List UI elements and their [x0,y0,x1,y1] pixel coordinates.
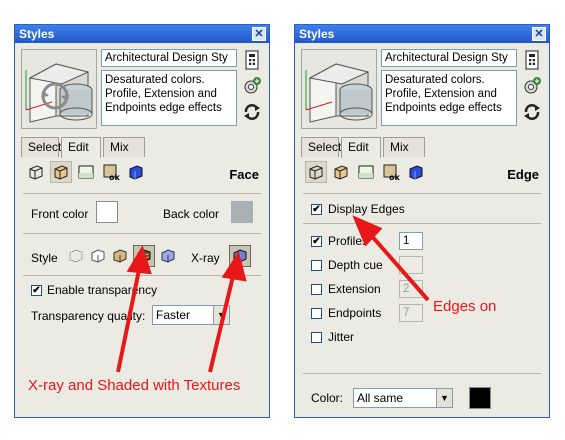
xray-toggle-icon[interactable] [229,245,251,267]
style-tabs: Select Edit Mix [21,137,265,158]
background-settings-icon[interactable] [75,161,97,183]
profiles-width-input[interactable]: 1 [399,232,423,250]
style-name-input[interactable]: Architectural Design Sty [381,49,517,67]
background-settings-icon[interactable] [355,161,377,183]
annotation-xray-shaded: X-ray and Shaded with Textures [28,377,241,394]
edge-settings-icon[interactable] [305,161,327,183]
style-label: Style [31,251,58,265]
jitter-checkbox[interactable] [311,332,322,343]
shaded-with-textures-style-icon[interactable] [133,245,155,267]
divider [303,223,541,224]
styles-panel-edge: Styles ✕ Architectural Design Sty Desatu… [294,24,550,418]
endpoints-label: Endpoints [328,306,382,320]
styles-panel-face: Styles ✕ Architectural Design Sty Desatu… [14,24,270,418]
chevron-down-icon[interactable]: ▼ [213,306,229,324]
extension-length-input[interactable]: 2 [399,280,423,298]
extension-label: Extension [328,282,381,296]
back-color-swatch[interactable] [231,201,253,223]
style-description-input[interactable]: Desaturated colors. Profile, Extension a… [381,70,517,126]
depth-cue-label: Depth cue [328,258,383,272]
annotation-edges-on: Edges on [433,298,497,315]
hidden-line-style-icon[interactable] [89,247,107,265]
style-actions [521,49,545,127]
edge-color-swatch[interactable] [469,387,491,409]
edge-settings-icon[interactable] [25,161,47,183]
tab-edit[interactable]: Edit [341,137,381,158]
front-color-swatch[interactable] [96,201,118,223]
settings-icon-row: ok [25,161,147,185]
settings-mode-label: Edge [507,167,539,182]
depth-cue-checkbox[interactable] [311,260,322,271]
edge-color-select[interactable]: All same ▼ [353,388,453,408]
divider [23,275,261,276]
update-style-icon[interactable] [521,75,543,97]
style-thumbnail [301,49,377,129]
panel-titlebar: Styles ✕ [295,25,549,43]
tab-mix[interactable]: Mix [383,137,425,157]
close-icon[interactable]: ✕ [252,27,266,41]
style-header: Architectural Design Sty Desaturated col… [15,43,269,135]
shaded-style-icon[interactable] [111,247,129,265]
update-style-icon[interactable] [241,75,263,97]
settings-icon-row: ok [305,161,427,185]
modeling-settings-icon[interactable] [405,161,427,183]
enable-transparency-label: Enable transparency [47,283,158,297]
settings-mode-label: Face [229,167,259,182]
watermark-settings-icon[interactable]: ok [380,161,402,183]
face-settings-icon[interactable] [330,161,352,183]
profiles-label: Profiles [328,234,369,248]
xray-label: X-ray [191,251,220,265]
svg-text:ok: ok [389,173,400,181]
front-color-label: Front color [31,207,89,221]
divider [23,193,261,194]
tab-edit[interactable]: Edit [61,137,101,158]
close-icon[interactable]: ✕ [532,27,546,41]
edge-color-value: All same [357,391,404,405]
enable-transparency-checkbox[interactable]: ✔ [31,285,42,296]
style-description-input[interactable]: Desaturated colors. Profile, Extension a… [101,70,237,126]
depth-cue-input[interactable] [399,256,423,274]
panel-title: Styles [19,27,55,41]
transparency-quality-select[interactable]: Faster ▼ [152,305,230,325]
divider [303,193,541,194]
tab-select[interactable]: Select [301,137,341,157]
display-edges-checkbox[interactable]: ✔ [311,204,322,215]
panel-titlebar: Styles ✕ [15,25,269,43]
create-style-icon[interactable] [241,49,263,71]
panel-title: Styles [299,27,335,41]
endpoints-length-input[interactable]: 7 [399,304,423,322]
transparency-quality-value: Faster [156,308,191,322]
watermark-settings-icon[interactable]: ok [100,161,122,183]
divider [23,233,261,234]
face-settings-icon[interactable] [50,161,72,183]
display-edges-label: Display Edges [328,202,405,216]
tab-mix[interactable]: Mix [103,137,145,157]
chevron-down-icon[interactable]: ▼ [436,389,452,407]
tab-select[interactable]: Select [21,137,61,157]
style-tabs: Select Edit Mix [301,137,545,158]
style-name-input[interactable]: Architectural Design Sty [101,49,237,67]
create-style-icon[interactable] [521,49,543,71]
refresh-icon[interactable] [521,101,543,123]
style-actions [241,49,265,127]
profiles-checkbox[interactable]: ✔ [311,236,322,247]
transparency-quality-label: Transparency quality: [31,309,146,323]
refresh-icon[interactable] [241,101,263,123]
style-thumbnail [21,49,97,129]
wireframe-style-icon[interactable] [67,247,85,265]
edge-settings: ok Edge ✔ Display Edges ✔ Profiles 1 Dep… [295,157,549,417]
modeling-settings-icon[interactable] [125,161,147,183]
back-color-label: Back color [163,207,220,221]
divider [303,373,541,374]
jitter-label: Jitter [328,330,355,344]
style-header: Architectural Design Sty Desaturated col… [295,43,549,135]
edge-color-label: Color: [311,391,344,405]
endpoints-checkbox[interactable] [311,308,322,319]
svg-text:ok: ok [109,173,120,181]
extension-checkbox[interactable] [311,284,322,295]
monochrome-style-icon[interactable] [159,247,177,265]
